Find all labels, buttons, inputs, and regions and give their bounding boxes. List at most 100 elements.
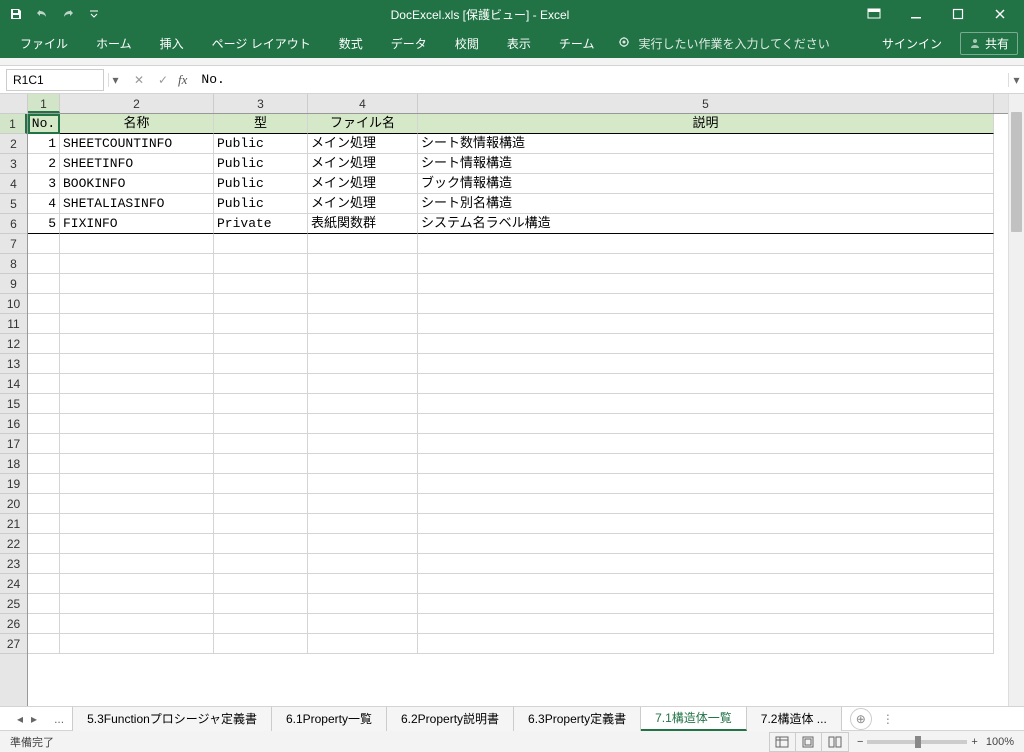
signin-button[interactable]: サインイン	[874, 35, 950, 52]
cell[interactable]	[60, 294, 214, 314]
cell[interactable]	[214, 614, 308, 634]
cell[interactable]: Public	[214, 174, 308, 194]
cell[interactable]: メイン処理	[308, 134, 418, 154]
cell[interactable]	[28, 594, 60, 614]
cell[interactable]: Public	[214, 194, 308, 214]
vertical-scrollbar[interactable]	[1008, 94, 1024, 706]
cell[interactable]	[60, 234, 214, 254]
row-header[interactable]: 4	[0, 174, 27, 194]
cell[interactable]: SHETALIASINFO	[60, 194, 214, 214]
cell[interactable]	[418, 634, 994, 654]
cell[interactable]	[60, 614, 214, 634]
cell[interactable]	[308, 354, 418, 374]
row-header[interactable]: 16	[0, 414, 27, 434]
cell[interactable]	[214, 334, 308, 354]
cell[interactable]	[28, 414, 60, 434]
cell[interactable]	[308, 634, 418, 654]
name-box[interactable]: R1C1	[6, 69, 104, 91]
cell[interactable]	[60, 414, 214, 434]
cell[interactable]	[214, 634, 308, 654]
formula-input[interactable]	[195, 69, 1008, 91]
tab-file[interactable]: ファイル	[6, 28, 82, 58]
cell[interactable]	[418, 474, 994, 494]
cell[interactable]	[28, 454, 60, 474]
sheet-tab[interactable]: 6.3Property定義書	[514, 707, 641, 731]
cell[interactable]	[308, 254, 418, 274]
cell[interactable]	[60, 634, 214, 654]
cell[interactable]	[308, 534, 418, 554]
cell[interactable]	[28, 354, 60, 374]
cell[interactable]	[308, 554, 418, 574]
tab-nav-next[interactable]: ▸	[28, 712, 40, 726]
cell[interactable]	[308, 294, 418, 314]
cell[interactable]	[60, 394, 214, 414]
cancel-formula-button[interactable]: ✕	[130, 73, 148, 87]
cell[interactable]: シート情報構造	[418, 154, 994, 174]
cell[interactable]	[418, 534, 994, 554]
cell[interactable]	[418, 354, 994, 374]
column-header[interactable]: 5	[418, 94, 994, 113]
cell[interactable]: 表紙関数群	[308, 214, 418, 234]
tab-data[interactable]: データ	[377, 28, 441, 58]
cell[interactable]	[214, 594, 308, 614]
cell[interactable]: メイン処理	[308, 174, 418, 194]
cell[interactable]	[418, 494, 994, 514]
cell[interactable]	[418, 594, 994, 614]
cell[interactable]: 5	[28, 214, 60, 234]
row-header[interactable]: 27	[0, 634, 27, 654]
cell[interactable]	[308, 494, 418, 514]
row-header[interactable]: 23	[0, 554, 27, 574]
cell[interactable]	[60, 554, 214, 574]
cell[interactable]	[308, 394, 418, 414]
cell[interactable]	[418, 614, 994, 634]
cell[interactable]	[308, 434, 418, 454]
cell[interactable]	[28, 334, 60, 354]
row-header[interactable]: 3	[0, 154, 27, 174]
cell[interactable]: 2	[28, 154, 60, 174]
cell[interactable]	[28, 254, 60, 274]
zoom-out-button[interactable]: −	[857, 736, 863, 748]
cell[interactable]	[28, 574, 60, 594]
cell[interactable]	[308, 574, 418, 594]
tab-review[interactable]: 校閲	[441, 28, 493, 58]
cell[interactable]	[418, 294, 994, 314]
row-header[interactable]: 8	[0, 254, 27, 274]
fx-icon[interactable]: fx	[178, 72, 187, 88]
cell[interactable]: SHEETCOUNTINFO	[60, 134, 214, 154]
row-header[interactable]: 26	[0, 614, 27, 634]
cell[interactable]	[308, 334, 418, 354]
cell[interactable]	[418, 334, 994, 354]
cell[interactable]	[60, 474, 214, 494]
normal-view-button[interactable]	[770, 733, 796, 751]
cell[interactable]	[308, 614, 418, 634]
cell[interactable]	[60, 254, 214, 274]
cell[interactable]: シート数情報構造	[418, 134, 994, 154]
ribbon-display-button[interactable]	[854, 0, 894, 28]
cell[interactable]	[308, 414, 418, 434]
cell[interactable]: 説明	[418, 114, 994, 134]
row-header[interactable]: 15	[0, 394, 27, 414]
row-header[interactable]: 14	[0, 374, 27, 394]
zoom-level[interactable]: 100%	[986, 736, 1014, 748]
share-button[interactable]: 共有	[960, 32, 1018, 55]
cell[interactable]	[214, 494, 308, 514]
sheet-tab[interactable]: 6.1Property一覧	[272, 707, 387, 731]
cell[interactable]	[28, 274, 60, 294]
cell[interactable]: 1	[28, 134, 60, 154]
cell[interactable]	[214, 314, 308, 334]
cell[interactable]	[214, 574, 308, 594]
row-header[interactable]: 12	[0, 334, 27, 354]
cell[interactable]	[214, 354, 308, 374]
row-header[interactable]: 6	[0, 214, 27, 234]
cell[interactable]	[28, 294, 60, 314]
cell[interactable]	[60, 514, 214, 534]
cell[interactable]	[214, 234, 308, 254]
cell[interactable]	[60, 594, 214, 614]
cell[interactable]	[28, 634, 60, 654]
cell[interactable]	[214, 554, 308, 574]
row-header[interactable]: 9	[0, 274, 27, 294]
cell[interactable]	[418, 434, 994, 454]
cell[interactable]	[60, 274, 214, 294]
row-header[interactable]: 10	[0, 294, 27, 314]
cell[interactable]	[28, 554, 60, 574]
